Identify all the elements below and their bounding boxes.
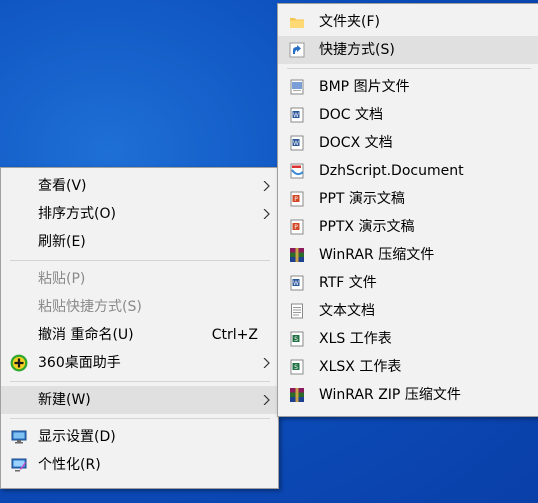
script-doc-icon	[290, 163, 304, 179]
bmp-file-icon	[290, 79, 304, 95]
svg-text:S: S	[294, 336, 298, 343]
personalize-icon	[11, 458, 27, 472]
submenu-item-label: 文件夹(F)	[319, 14, 380, 30]
menu-separator	[10, 260, 270, 261]
new-submenu: 文件夹(F) 快捷方式(S) BMP 图片文件 W DOC 文档 W DOCX	[277, 3, 538, 417]
text-doc-icon	[291, 303, 303, 319]
submenu-item-label: WinRAR 压缩文件	[319, 247, 435, 263]
menu-item-new[interactable]: 新建(W)	[1, 386, 278, 414]
menu-item-view[interactable]: 查看(V)	[1, 172, 278, 200]
desktop[interactable]: { "main_menu": { "view": "查看(V)", "sort"…	[0, 0, 538, 503]
submenu-item-dzhscript[interactable]: DzhScript.Document	[278, 157, 538, 185]
submenu-item-label: XLSX 工作表	[319, 359, 402, 375]
submenu-item-label: WinRAR ZIP 压缩文件	[319, 387, 461, 403]
submenu-item-label: DzhScript.Document	[319, 163, 464, 179]
submenu-item-label: PPTX 演示文稿	[319, 219, 415, 235]
submenu-item-label: BMP 图片文件	[319, 79, 410, 95]
display-icon	[11, 430, 27, 444]
submenu-item-doc[interactable]: W DOC 文档	[278, 101, 538, 129]
menu-item-personalize-label: 个性化(R)	[38, 457, 101, 473]
submenu-item-label: DOCX 文档	[319, 135, 393, 151]
360-assistant-icon	[10, 354, 28, 372]
svg-text:P: P	[294, 224, 298, 231]
shortcut-icon	[289, 42, 305, 58]
chevron-right-icon	[263, 358, 270, 368]
pptx-icon: P	[290, 219, 304, 235]
menu-separator	[10, 381, 270, 382]
svg-text:W: W	[293, 140, 299, 147]
svg-text:P: P	[294, 196, 298, 203]
menu-item-display-label: 显示设置(D)	[38, 429, 116, 445]
menu-item-undo-shortcut: Ctrl+Z	[211, 327, 258, 343]
submenu-item-winrar[interactable]: WinRAR 压缩文件	[278, 241, 538, 269]
menu-item-undo-label: 撤消 重命名(U)	[38, 327, 134, 343]
menu-item-sort[interactable]: 排序方式(O)	[1, 200, 278, 228]
menu-item-360-label: 360桌面助手	[38, 355, 121, 371]
menu-item-personalize[interactable]: 个性化(R)	[1, 451, 278, 479]
menu-separator	[287, 68, 531, 69]
menu-item-paste-label: 粘贴(P)	[38, 271, 86, 287]
submenu-item-xlsx[interactable]: S XLSX 工作表	[278, 353, 538, 381]
menu-item-undo-rename[interactable]: 撤消 重命名(U) Ctrl+Z	[1, 321, 278, 349]
folder-icon	[290, 18, 304, 28]
menu-item-sort-label: 排序方式(O)	[38, 206, 116, 222]
submenu-item-label: RTF 文件	[319, 275, 377, 291]
chevron-right-icon	[263, 395, 270, 405]
word-doc-icon: W	[290, 107, 304, 123]
menu-item-refresh[interactable]: 刷新(E)	[1, 228, 278, 256]
submenu-item-label: 文本文档	[319, 303, 375, 319]
svg-text:W: W	[293, 112, 299, 119]
svg-text:S: S	[294, 364, 298, 371]
submenu-item-bmp[interactable]: BMP 图片文件	[278, 73, 538, 101]
submenu-item-rtf[interactable]: W RTF 文件	[278, 269, 538, 297]
winrar-icon	[290, 248, 304, 262]
rtf-icon: W	[290, 275, 304, 291]
xlsx-icon: S	[290, 359, 304, 375]
menu-item-paste-shortcut-label: 粘贴快捷方式(S)	[38, 299, 142, 315]
submenu-item-ppt[interactable]: P PPT 演示文稿	[278, 185, 538, 213]
submenu-item-label: DOC 文档	[319, 107, 384, 123]
menu-item-new-label: 新建(W)	[38, 392, 91, 408]
chevron-right-icon	[263, 181, 270, 191]
menu-item-paste-shortcut: 粘贴快捷方式(S)	[1, 293, 278, 321]
desktop-context-menu: 查看(V) 排序方式(O) 刷新(E) 粘贴(P) 粘贴快捷方式(S) 撤消 重…	[0, 167, 279, 489]
menu-item-paste: 粘贴(P)	[1, 265, 278, 293]
submenu-item-label: 快捷方式(S)	[319, 42, 395, 58]
ppt-icon: P	[290, 191, 304, 207]
winrar-zip-icon	[290, 388, 304, 402]
menu-separator	[10, 418, 270, 419]
submenu-item-xls[interactable]: S XLS 工作表	[278, 325, 538, 353]
submenu-item-label: XLS 工作表	[319, 331, 392, 347]
submenu-item-folder[interactable]: 文件夹(F)	[278, 8, 538, 36]
menu-item-360-assistant[interactable]: 360桌面助手	[1, 349, 278, 377]
menu-item-view-label: 查看(V)	[38, 178, 87, 194]
word-docx-icon: W	[290, 135, 304, 151]
submenu-item-docx[interactable]: W DOCX 文档	[278, 129, 538, 157]
submenu-item-label: PPT 演示文稿	[319, 191, 405, 207]
svg-text:W: W	[293, 280, 299, 287]
submenu-item-winrar-zip[interactable]: WinRAR ZIP 压缩文件	[278, 381, 538, 409]
menu-item-display-settings[interactable]: 显示设置(D)	[1, 423, 278, 451]
submenu-item-pptx[interactable]: P PPTX 演示文稿	[278, 213, 538, 241]
menu-item-refresh-label: 刷新(E)	[38, 234, 86, 250]
submenu-item-text[interactable]: 文本文档	[278, 297, 538, 325]
submenu-item-shortcut[interactable]: 快捷方式(S)	[278, 36, 538, 64]
xls-icon: S	[290, 331, 304, 347]
chevron-right-icon	[263, 209, 270, 219]
